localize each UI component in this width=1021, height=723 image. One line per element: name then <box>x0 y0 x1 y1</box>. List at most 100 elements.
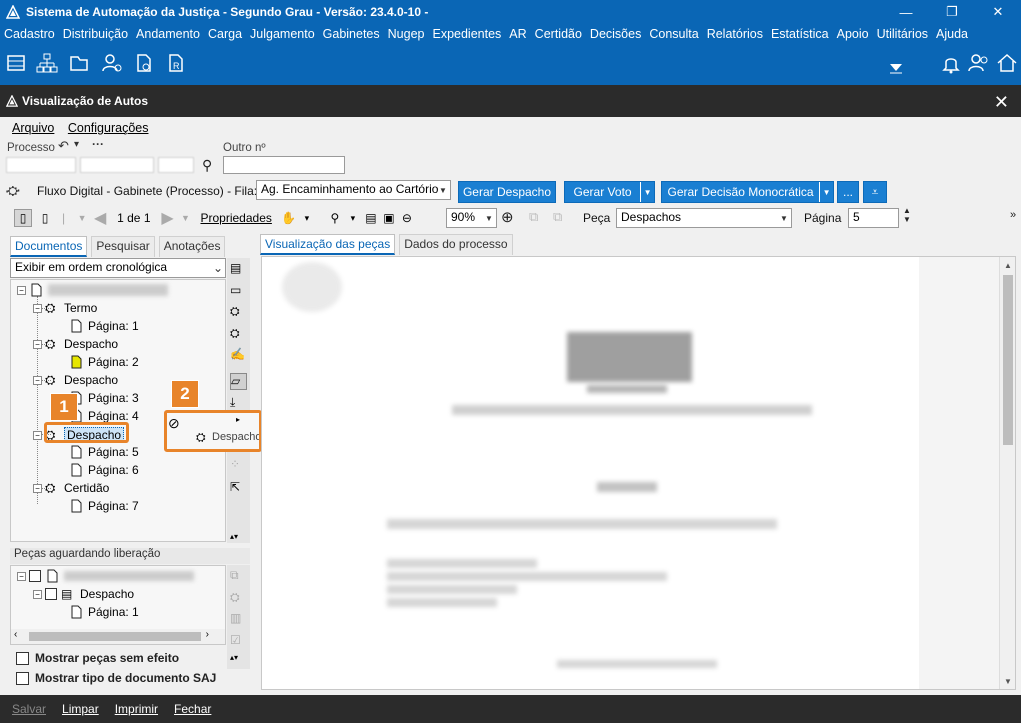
menu-ar[interactable]: AR <box>509 27 526 41</box>
hand-tool-icon[interactable]: ✋ <box>280 209 298 227</box>
gerar-decisao-button[interactable]: Gerar Decisão Monocrática ▼ <box>661 181 834 203</box>
menu-utilitarios[interactable]: Utilitários <box>877 27 928 41</box>
salvar-button[interactable]: Salvar <box>12 702 46 716</box>
pending-page[interactable]: Página: 1 <box>69 605 139 619</box>
scroll-arrows-icon[interactable]: ▴▾ <box>230 532 247 549</box>
collapse-icon[interactable]: − <box>33 375 42 385</box>
folder-icon[interactable] <box>68 52 90 74</box>
gerar-voto-button[interactable]: Gerar Voto ▼ <box>564 181 655 203</box>
maximize-button[interactable]: ❐ <box>929 0 975 24</box>
fila-select[interactable]: Ag. Encaminhamento ao Cartório ▼ <box>256 180 451 200</box>
dropdown-icon[interactable]: ▾ <box>344 209 362 227</box>
pagina-stepper[interactable]: ▲ ▼ <box>903 206 911 224</box>
toolbar-dropdown-icon[interactable] <box>885 56 907 78</box>
scroll-right-icon[interactable]: › <box>206 629 209 640</box>
users-icon[interactable] <box>968 52 990 74</box>
user-gear-icon[interactable] <box>101 52 123 74</box>
document-list-icon[interactable] <box>5 52 27 74</box>
menu-relatorios[interactable]: Relatórios <box>707 27 763 41</box>
propriedades-button[interactable]: Propriedades <box>201 211 272 225</box>
collapse-icon[interactable]: − <box>33 339 42 349</box>
previous-page-icon[interactable]: ◀ <box>91 209 109 227</box>
zoom-in-icon[interactable]: ⊕ <box>501 208 514 226</box>
checkbox[interactable] <box>45 588 57 600</box>
tree-item-termo[interactable]: − ⛭ Termo <box>33 301 97 315</box>
zoom-tool-icon[interactable]: ⚲ <box>326 209 344 227</box>
menu-expedientes[interactable]: Expedientes <box>432 27 501 41</box>
document-viewer[interactable]: ▲ ▼ <box>261 256 1016 690</box>
paste-page-icon[interactable]: ⧉ <box>553 209 562 225</box>
collapse-icon[interactable]: − <box>33 483 42 493</box>
move-up-icon[interactable]: ⧉ <box>230 568 247 585</box>
approve-icon[interactable]: ☑ <box>230 633 247 650</box>
tree-item-certidao[interactable]: − ⛭ Certidão <box>33 481 109 495</box>
trash-icon[interactable]: ▥ <box>230 611 247 628</box>
two-page-icon[interactable]: ▯ <box>36 209 54 227</box>
collapse-toolbar-button[interactable]: ⩡ <box>863 181 887 203</box>
scroll-up-icon[interactable]: ▲ <box>1000 257 1015 273</box>
list-view-icon[interactable]: ▭ <box>230 283 247 300</box>
menu-julgamento[interactable]: Julgamento <box>250 27 315 41</box>
minimize-button[interactable]: — <box>883 0 929 24</box>
notification-bell-icon[interactable] <box>940 52 962 74</box>
menu-arquivo[interactable]: Arquivo <box>12 121 54 135</box>
tree-root[interactable]: − <box>17 283 168 297</box>
pending-scroll-thumb[interactable] <box>29 632 201 641</box>
tab-anotacoes[interactable]: Anotações <box>158 236 226 257</box>
zoom-select[interactable]: 90% ▼ <box>446 208 497 228</box>
menu-ajuda[interactable]: Ajuda <box>936 27 968 41</box>
close-subwindow-icon[interactable]: ✕ <box>994 92 1009 113</box>
processo-number-part2[interactable] <box>80 157 154 173</box>
viewer-scrollbar[interactable]: ▲ ▼ <box>999 257 1015 689</box>
tree-view-icon[interactable]: ▤ <box>230 261 247 278</box>
tree-item-despacho-2[interactable]: − ⛭ Despacho <box>33 373 118 387</box>
tab-dados-processo[interactable]: Dados do processo <box>399 234 513 255</box>
tree-page[interactable]: Página: 2 <box>69 355 139 369</box>
fit-page-icon[interactable]: ▣ <box>380 209 398 227</box>
tree-item-despacho-1[interactable]: − ⛭ Despacho <box>33 337 118 351</box>
processo-number-part1[interactable] <box>6 157 76 173</box>
document-r-icon[interactable]: R <box>165 52 187 74</box>
menu-cadastro[interactable]: Cadastro <box>4 27 55 41</box>
mostrar-sem-efeito-checkbox[interactable]: Mostrar peças sem efeito <box>16 651 179 665</box>
copy-page-icon[interactable]: ⧉ <box>529 209 538 225</box>
close-window-button[interactable]: ✕ <box>975 0 1021 24</box>
collapse-icon[interactable]: − <box>33 430 42 440</box>
dropdown-icon[interactable]: ▼ <box>73 209 91 227</box>
collapse-icon[interactable]: − <box>33 303 42 313</box>
tree-page[interactable]: Página: 6 <box>69 463 139 477</box>
pending-hscrollbar[interactable]: ‹ › <box>11 629 225 644</box>
dropdown-icon[interactable]: ▾ <box>298 209 316 227</box>
tree-page[interactable]: Página: 5 <box>69 445 139 459</box>
checkbox[interactable] <box>29 570 41 582</box>
gerar-despacho-button[interactable]: Gerar Despacho <box>458 181 556 203</box>
search-icon[interactable]: ⚲ <box>202 157 212 174</box>
tree-page[interactable]: Página: 4 <box>69 409 139 423</box>
stamp-remove-icon[interactable]: ⛭ <box>230 326 247 343</box>
undo-icon[interactable]: ↶ <box>58 138 69 154</box>
chevron-down-icon[interactable]: ▼ <box>819 182 833 202</box>
dropdown-icon[interactable]: ▼ <box>177 209 195 227</box>
more-icon[interactable]: ··· <box>92 137 104 151</box>
menu-nugep[interactable]: Nugep <box>388 27 425 41</box>
page-mode-icon[interactable]: ▯ <box>14 209 32 227</box>
tab-visualizacao-pecas[interactable]: Visualização das peças <box>260 234 396 255</box>
overflow-icon[interactable]: » <box>1010 209 1016 221</box>
collapse-icon[interactable]: − <box>17 285 26 295</box>
stamp-add-icon[interactable]: ⛭ <box>230 304 247 321</box>
outro-numero-input[interactable] <box>223 156 345 174</box>
pending-root[interactable]: − <box>17 569 194 583</box>
tree-page[interactable]: Página: 1 <box>69 319 139 333</box>
menu-certidao[interactable]: Certidão <box>535 27 582 41</box>
note-icon[interactable]: ▱ <box>230 373 247 390</box>
scroll-down-icon[interactable]: ▼ <box>1000 673 1015 689</box>
document-clock-icon[interactable] <box>133 52 155 74</box>
collapse-icon[interactable]: − <box>33 589 42 599</box>
stamp-icon[interactable]: ⛭ <box>230 590 247 607</box>
signature-icon[interactable]: ✍ <box>230 347 247 364</box>
menu-consulta[interactable]: Consulta <box>649 27 698 41</box>
hierarchy-icon[interactable] <box>36 52 58 74</box>
menu-carga[interactable]: Carga <box>208 27 242 41</box>
collapse-icon[interactable]: − <box>17 571 26 581</box>
order-select[interactable]: Exibir em ordem cronológica ⌄ <box>10 258 226 278</box>
